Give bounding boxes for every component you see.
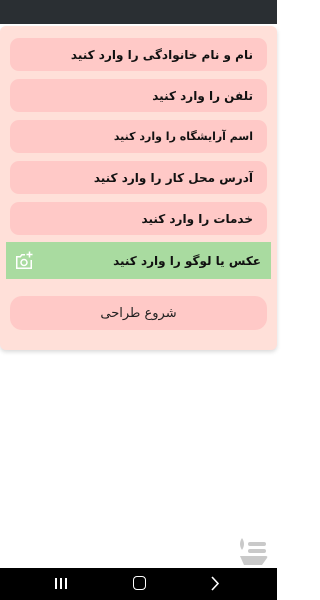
form-card: نام و نام خانوادگی را وارد کنید تلفن را … [0,26,277,350]
start-design-button[interactable]: شروع طراحی [10,296,267,330]
photo-upload-row[interactable]: عکس یا لوگو را وارد کنید [6,242,271,279]
back-chevron-icon[interactable] [210,576,220,591]
system-nav-bar [0,568,277,600]
recents-icon[interactable] [54,577,68,590]
app-logo-watermark [240,538,268,565]
salon-name-field[interactable]: اسم آرایشگاه را وارد کنید [10,120,267,153]
photo-upload-label: عکس یا لوگو را وارد کنید [113,253,261,268]
home-icon[interactable] [133,576,146,590]
phone-field[interactable]: تلفن را وارد کنید [10,79,267,112]
work-address-field[interactable]: آدرس محل کار را وارد کنید [10,161,267,194]
status-bar [0,0,277,24]
full-name-field[interactable]: نام و نام خانوادگی را وارد کنید [10,38,267,71]
add-photo-icon[interactable] [14,251,34,270]
services-field[interactable]: خدمات را وارد کنید [10,202,267,235]
